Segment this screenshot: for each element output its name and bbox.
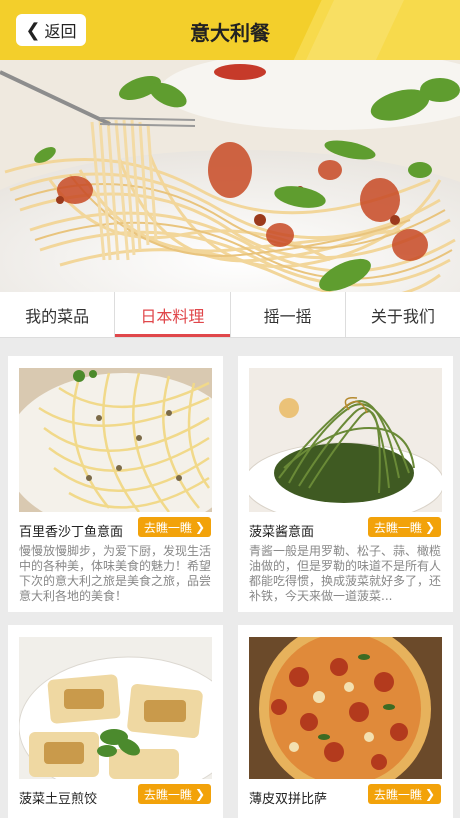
chevron-right-icon: ❯: [424, 787, 435, 801]
dish-card[interactable]: 菠菜土豆煎饺 去瞧一瞧 ❯: [8, 625, 223, 818]
dish-name: 菠菜土豆煎饺: [19, 792, 98, 807]
category-tabs: 我的菜品 日本料理 摇一摇 关于我们: [0, 292, 460, 338]
dish-image: [19, 637, 212, 779]
hero-banner-image: [0, 60, 460, 292]
dish-grid: 百里香沙丁鱼意面 去瞧一瞧 ❯ 慢慢放慢脚步，为爱下厨，发现生活中的各种美，体味…: [0, 340, 460, 818]
view-more-label: 去瞧一瞧: [143, 787, 192, 802]
dish-image: [249, 637, 442, 779]
dish-name: 菠菜酱意面: [249, 525, 315, 540]
spaghetti-photo: [0, 60, 460, 292]
dish-card[interactable]: 百里香沙丁鱼意面 去瞧一瞧 ❯ 慢慢放慢脚步，为爱下厨，发现生活中的各种美，体味…: [8, 356, 223, 612]
view-more-button[interactable]: 去瞧一瞧 ❯: [367, 517, 441, 537]
page-title: 意大利餐: [190, 21, 270, 45]
tab-japanese-cuisine[interactable]: 日本料理: [115, 292, 231, 337]
chevron-right-icon: ❯: [424, 520, 435, 534]
chevron-right-icon: ❯: [194, 787, 205, 801]
tab-about-us[interactable]: 关于我们: [346, 292, 460, 337]
app-header: ❮ 返回 意大利餐: [0, 0, 460, 60]
view-more-label: 去瞧一瞧: [373, 520, 422, 535]
dish-image: [249, 368, 442, 512]
dish-image: [19, 368, 212, 512]
dish-card[interactable]: 菠菜酱意面 去瞧一瞧 ❯ 青酱一般是用罗勒、松子、蒜、橄榄油做的，但是罗勒的味道…: [238, 356, 453, 612]
view-more-button[interactable]: 去瞧一瞧 ❯: [137, 517, 211, 537]
dish-description: 青酱一般是用罗勒、松子、蒜、橄榄油做的，但是罗勒的味道不是所有人都能吃得惯，换成…: [249, 544, 442, 603]
chevron-right-icon: ❯: [194, 520, 205, 534]
view-more-button[interactable]: 去瞧一瞧 ❯: [137, 784, 211, 804]
view-more-label: 去瞧一瞧: [143, 520, 192, 535]
dish-name: 薄皮双拼比萨: [249, 792, 328, 807]
tab-shake[interactable]: 摇一摇: [231, 292, 346, 337]
view-more-label: 去瞧一瞧: [373, 787, 422, 802]
dish-description: 慢慢放慢脚步，为爱下厨，发现生活中的各种美，体味美食的魅力！希望下次的意大利之旅…: [19, 544, 212, 603]
tab-my-dishes[interactable]: 我的菜品: [0, 292, 116, 337]
dish-card[interactable]: 薄皮双拼比萨 去瞧一瞧 ❯: [238, 625, 453, 818]
view-more-button[interactable]: 去瞧一瞧 ❯: [367, 784, 441, 804]
dish-name: 百里香沙丁鱼意面: [19, 525, 124, 540]
